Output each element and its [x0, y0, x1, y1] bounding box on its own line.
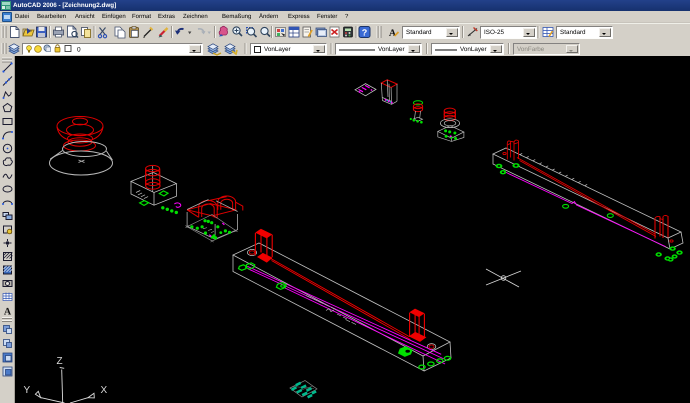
svg-text:X: X — [101, 385, 108, 396]
svg-text:?: ? — [362, 28, 368, 38]
svg-text:A: A — [4, 307, 12, 318]
svg-text:Z: Z — [57, 356, 63, 367]
svg-text:0: 0 — [77, 47, 81, 54]
svg-text:A: A — [389, 28, 397, 39]
svg-text:Y: Y — [24, 385, 31, 396]
